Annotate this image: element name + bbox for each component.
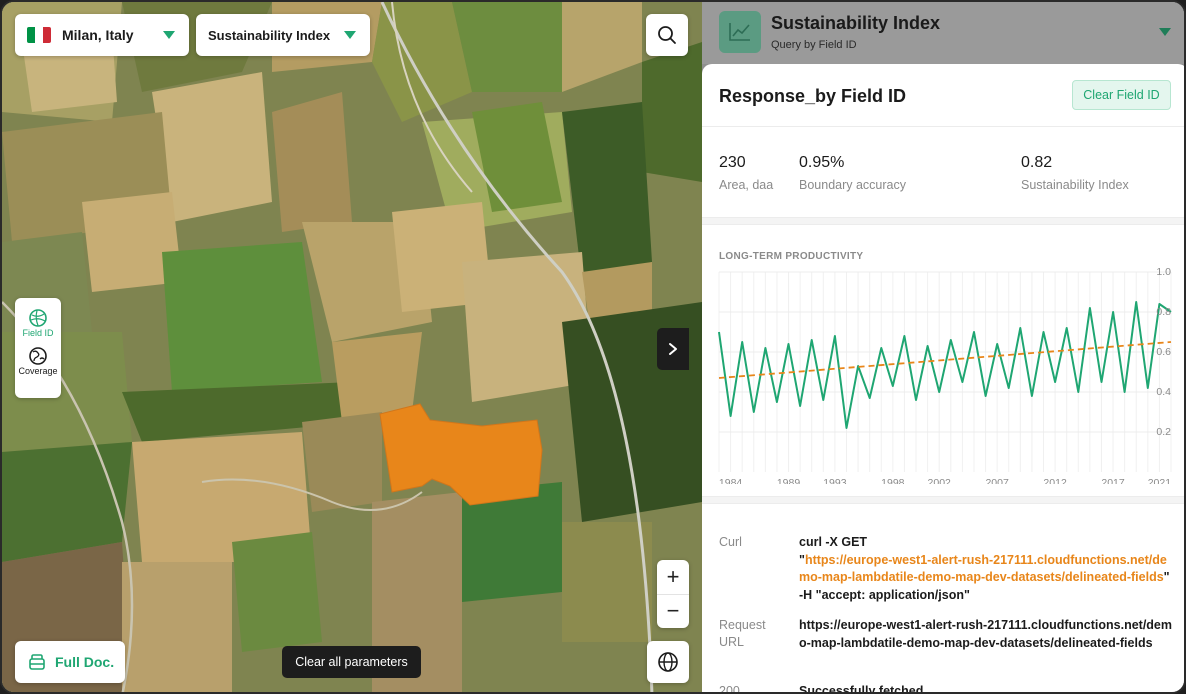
clear-all-parameters-button[interactable]: Clear all parameters [282,646,421,678]
x-tick-label: 2007 [985,477,1009,484]
full-doc-button[interactable]: Full Doc. [15,641,125,683]
globe-icon [658,652,678,672]
x-tick-label: 1989 [777,477,801,484]
map-view[interactable]: Milan, Italy Sustainability Index Field … [2,2,702,692]
layer-label: Sustainability Index [208,27,331,43]
x-tick-label: 2002 [928,477,952,484]
document-stack-icon [29,654,45,670]
satellite-imagery [2,2,702,692]
y-tick-label: 0.6 [1156,346,1171,358]
zoom-in-button[interactable]: + [657,560,689,594]
y-tick-label: 0.4 [1156,386,1171,398]
tool-field-id-label: Field ID [22,328,54,338]
curl-value: curl -X GET "https://europe-west1-alert-… [799,534,1177,604]
stat-area-value: 230 [719,154,746,171]
panel-subtitle: Query by Field ID [771,39,857,51]
x-tick-label: 2021 [1148,477,1172,484]
chevron-down-icon[interactable] [1159,28,1171,36]
panel-header[interactable]: Sustainability Index Query by Field ID [702,2,1184,64]
response-sheet: Response_by Field ID Clear Field ID 230 … [702,64,1184,694]
request-url-key: Request URL [719,618,766,649]
search-icon [658,26,676,44]
panel-title: Sustainability Index [771,13,941,33]
layer-dropdown[interactable]: Sustainability Index [196,14,370,56]
chevron-down-icon [163,31,175,39]
chevron-right-icon [669,343,677,355]
stat-area: 230 Area, daa [719,154,773,192]
tool-field-id[interactable]: Field ID [22,308,54,338]
x-tick-label: 2012 [1043,477,1067,484]
productivity-chart: 0.2 0.4 0.6 0.8 1.0 1984 1989 1993 1998 2002 2007 2… [718,266,1172,484]
x-tick-label: 2017 [1101,477,1125,484]
italy-flag-icon [27,27,51,43]
flag-stripe-white [35,27,43,43]
zoom-out-button[interactable]: − [657,593,689,629]
x-tick-label: 1998 [881,477,905,484]
stat-sustainability: 0.82 Sustainability Index [1021,154,1129,192]
search-button[interactable] [646,14,688,56]
tool-panel: Field ID Coverage [15,298,61,398]
curl-command: curl -X GET [799,535,868,549]
panel-toggle-button[interactable] [657,328,689,370]
api-status-row: 200 Successfully fetched [719,683,1179,694]
y-tick-label: 1.0 [1156,266,1171,278]
coverage-icon [29,347,47,365]
stats-row: 230 Area, daa 0.95% Boundary accuracy 0.… [702,126,1184,218]
response-title: Response_by Field ID [719,86,907,106]
section-divider [702,217,1184,225]
api-curl-row: Curl curl -X GET "https://europe-west1-a… [719,534,1179,602]
chevron-down-icon [344,31,356,39]
stat-boundary-value: 0.95% [799,154,845,171]
stat-area-label: Area, daa [719,178,774,192]
full-doc-label: Full Doc. [55,654,115,670]
clear-field-id-button[interactable]: Clear Field ID [1072,80,1171,110]
basemap-button[interactable] [647,641,689,683]
status-code: 200 [719,684,740,694]
y-tick-label: 0.2 [1156,426,1171,438]
flag-stripe-red [43,27,51,43]
curl-key: Curl [719,535,742,549]
location-label: Milan, Italy [62,27,134,43]
chart-title: LONG-TERM PRODUCTIVITY [719,251,864,262]
stat-sustainability-value: 0.82 [1021,154,1053,171]
x-tick-label: 1993 [823,477,847,484]
location-dropdown[interactable]: Milan, Italy [15,14,189,56]
curl-url-link[interactable]: https://europe-west1-alert-rush-217111.c… [799,553,1167,585]
flag-stripe-green [27,27,35,43]
y-tick-label: 0.8 [1156,306,1171,318]
x-tick-label: 1984 [719,477,743,484]
productivity-series-line [718,301,1172,429]
zoom-control: + − [657,560,689,628]
tool-coverage-label: Coverage [18,366,58,376]
request-url-link[interactable]: https://europe-west1-alert-rush-217111.c… [799,617,1177,652]
chart-badge [719,11,761,53]
stat-boundary-accuracy: 0.95% Boundary accuracy [799,154,906,192]
stat-boundary-label: Boundary accuracy [799,178,907,192]
api-request-row: Request URL https://europe-west1-alert-r… [719,617,1179,669]
app-frame: Milan, Italy Sustainability Index Field … [0,0,1186,694]
status-message: Successfully fetched [799,684,924,694]
section-divider [702,496,1184,504]
stat-sustainability-label: Sustainability Index [1021,178,1129,192]
tool-coverage[interactable]: Coverage [18,346,58,376]
field-id-icon [29,309,47,327]
side-panel: Sustainability Index Query by Field ID R… [702,2,1184,694]
trend-chart-icon [729,23,750,41]
